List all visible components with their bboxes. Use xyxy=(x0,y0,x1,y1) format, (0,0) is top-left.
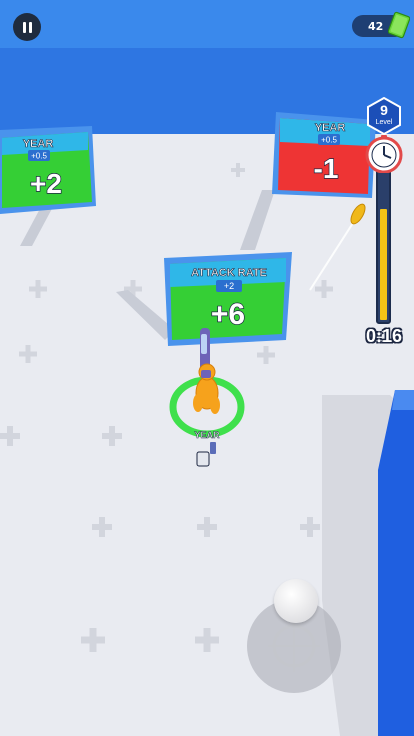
pause-icon xyxy=(22,21,26,33)
gate-value: -1 xyxy=(314,153,339,184)
cash-icon xyxy=(388,11,410,39)
gate-title: ATTACK RATE xyxy=(191,267,267,279)
gate-title: YEAR xyxy=(23,138,54,150)
gate-title: YEAR xyxy=(315,122,346,134)
gate-rate: +2 xyxy=(224,281,234,291)
level-badge: 9 Level xyxy=(366,96,402,136)
pause-button[interactable] xyxy=(13,13,41,41)
currency-counter: 42 xyxy=(352,11,410,39)
gate-value: +2 xyxy=(30,168,62,199)
gate-value: +6 xyxy=(211,298,245,331)
currency-amount: 42 xyxy=(368,19,384,33)
clock-icon xyxy=(365,135,403,173)
gate-rate: +0.5 xyxy=(321,136,337,145)
level-label: Level xyxy=(375,119,393,126)
timer-bar xyxy=(376,168,391,324)
player-label: YEAR xyxy=(194,430,220,440)
joystick-knob[interactable] xyxy=(274,579,318,623)
timer-text: 0:16 xyxy=(365,326,403,346)
timer-bar-fill xyxy=(380,209,387,320)
level-number: 9 xyxy=(380,102,388,118)
gate-rate: +0.5 xyxy=(31,152,47,161)
